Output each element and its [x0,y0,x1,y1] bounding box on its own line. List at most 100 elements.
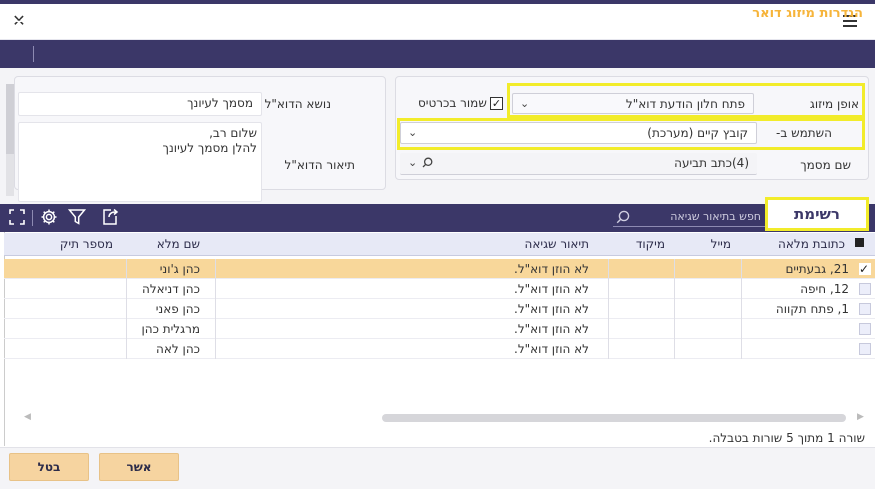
page-title: הגדרות מיזוג דואר [752,6,863,21]
cell-full-name: כהן לאה [156,342,200,356]
table-row[interactable]: 12, חיפה לא הוזן דוא"ל. כהן דניאלה [4,279,875,299]
table-row[interactable]: לא הוזן דוא"ל. כהן לאה [4,339,875,359]
column-divider [608,259,609,279]
column-divider [674,279,675,299]
col-file-no[interactable]: מספר תיק [60,237,113,251]
column-divider [741,279,742,299]
col-zip[interactable]: מיקוד [636,237,665,251]
column-divider [215,339,216,359]
cell-error-desc: לא הוזן דוא"ל. [514,302,589,316]
title-separator [33,46,34,62]
expand-icon[interactable] [42,6,58,22]
column-divider [741,319,742,339]
email-desc-line2: להלן מסמך לעיונך [162,141,257,155]
column-divider [126,319,127,339]
use-with-value: קובץ קיים (מערכת) [647,126,748,140]
search-icon[interactable] [616,210,630,224]
cell-error-desc: לא הוזן דוא"ל. [514,282,589,296]
merge-method-value: פתח חלון הודעת דוא"ל [625,97,745,111]
column-divider [215,299,216,319]
scroll-right-arrow-icon[interactable]: ▶ [857,412,864,422]
column-divider [608,299,609,319]
column-divider [608,339,609,359]
cell-error-desc: לא הוזן דוא"ל. [514,342,589,356]
row-checkbox[interactable] [859,323,871,335]
cell-full-name: כהן פאני [155,302,200,316]
column-divider [215,259,216,279]
confirm-button[interactable]: אשר [99,453,179,481]
cell-full-name: כהן דניאלה [142,282,200,296]
cell-address: 12, חיפה [800,282,849,296]
cell-full-name: מרגלית כהן [141,322,200,336]
errors-title: רשימת שגיאות [765,197,869,251]
email-subject-field[interactable]: מסמך לעיונך [18,92,262,116]
cell-error-desc: לא הוזן דוא"ל. [514,322,589,336]
table-row[interactable]: ✓ 21, גבעתיים לא הוזן דוא"ל. כהן ג'וני [4,259,875,279]
column-divider [674,319,675,339]
column-divider [126,279,127,299]
top-accent-line [0,0,875,4]
cancel-button[interactable]: בטל [9,453,89,481]
column-divider [215,279,216,299]
cell-error-desc: לא הוזן דוא"ל. [514,262,589,276]
chevron-down-icon: ⌄ [408,156,418,169]
column-divider [126,259,127,279]
scroll-left-arrow-icon[interactable]: ◀ [24,412,31,422]
row-checkbox[interactable]: ✓ [859,263,871,275]
expand-icon[interactable] [8,208,26,226]
email-subject-value: מסמך לעיונך [187,96,253,110]
save-to-card-label: שמור בכרטיס [418,96,487,110]
table-status: שורה 1 מתוך 5 שורות בטבלה. [708,431,865,445]
doc-name-field[interactable]: (4)כתב תביעה ⌄ [400,153,757,175]
export-icon[interactable] [101,208,119,226]
doc-name-value: (4)כתב תביעה [674,156,749,170]
email-desc-textarea[interactable]: שלום רב, להלן מסמך לעיונך [18,122,262,202]
row-checkbox[interactable] [859,303,871,315]
filter-icon[interactable] [68,208,86,226]
email-subject-label: נושא הדוא"ל [264,97,331,111]
table-header: כתובת מלאה מייל מיקוד תיאור שגיאה שם מלא… [4,233,875,256]
save-to-card-checkbox[interactable]: ✓ [490,97,503,110]
column-divider [674,299,675,319]
merge-method-select[interactable]: פתח חלון הודעת דוא"ל ⌄ [512,93,754,114]
column-divider [126,299,127,319]
doc-name-label: שם מסמך [800,158,851,172]
column-divider [674,259,675,279]
col-error-desc[interactable]: תיאור שגיאה [525,237,589,251]
email-desc-label: תיאור הדוא"ל [284,158,355,172]
column-divider [126,339,127,359]
col-full-name[interactable]: שם מלא [157,237,200,251]
col-email[interactable]: מייל [711,237,731,251]
column-divider [608,279,609,299]
toolbar-separator [32,210,33,226]
column-divider [741,339,742,359]
cell-full-name: כהן ג'וני [159,262,200,276]
settings-gear-icon[interactable] [40,208,58,226]
help-icon[interactable] [10,5,28,23]
row-checkbox[interactable] [859,343,871,355]
chevron-down-icon: ⌄ [520,97,530,110]
chevron-down-icon: ⌄ [408,126,418,139]
column-divider [215,319,216,339]
use-with-select[interactable]: קובץ קיים (מערכת) ⌄ [400,122,757,144]
email-desc-line1: שלום רב, [209,126,257,140]
col-address[interactable]: כתובת מלאה [778,237,845,251]
column-divider [674,339,675,359]
row-checkbox[interactable] [859,283,871,295]
search-icon[interactable] [422,157,433,168]
vertical-scrollbar-thumb[interactable] [6,84,14,154]
title-bar [0,40,875,68]
table-row[interactable]: 1, פתח תקווה לא הוזן דוא"ל. כהן פאני [4,299,875,319]
top-bar [0,0,875,40]
cell-address: 1, פתח תקווה [775,302,849,316]
select-all-checkbox[interactable] [855,238,864,247]
column-divider [741,259,742,279]
table-row[interactable]: לא הוזן דוא"ל. מרגלית כהן [4,319,875,339]
horizontal-scrollbar[interactable] [382,414,846,422]
error-search-placeholder: חפש בתיאור שגיאה [670,210,761,223]
cell-address: 21, גבעתיים [785,262,849,276]
error-search-input[interactable]: חפש בתיאור שגיאה [613,207,765,227]
column-divider [741,299,742,319]
add-button[interactable]: הוספה [78,7,115,21]
column-divider [608,319,609,339]
